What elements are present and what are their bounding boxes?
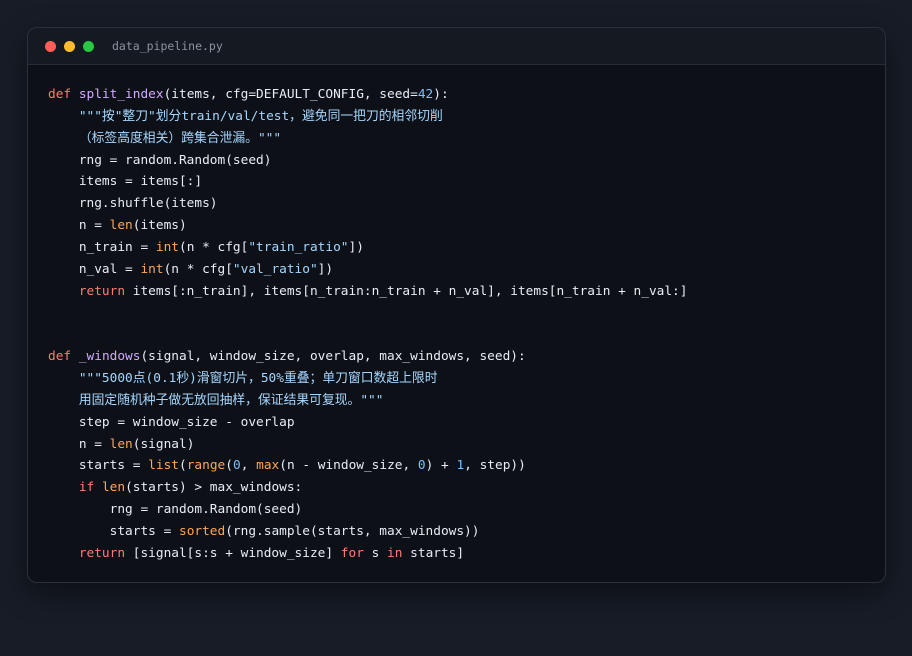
- code-token: (n * cfg[: [179, 239, 249, 255]
- code-line: （标签高度相关）跨集合泄漏。""": [48, 128, 875, 150]
- code-token: ,: [240, 458, 257, 474]
- code-token: in: [387, 545, 403, 561]
- title-bar: data_pipeline.py: [28, 28, 885, 65]
- code-token: for: [340, 545, 364, 561]
- code-editor[interactable]: def split_index(items, cfg=DEFAULT_CONFI…: [48, 84, 875, 565]
- code-token: def: [48, 349, 79, 365]
- code-token: "train_ratio": [248, 239, 349, 255]
- code-line: return items[:n_train], items[n_train:n_…: [48, 281, 875, 303]
- close-window-button[interactable]: [45, 40, 56, 52]
- code-line: """5000点(0.1秒)滑窗切片，50%重叠；单刀窗口数超上限时: [48, 368, 875, 390]
- code-token: n_val =: [48, 261, 141, 277]
- code-line: n_train = int(n * cfg["train_ratio"]): [48, 237, 875, 259]
- code-token: if: [48, 480, 102, 496]
- code-token: 0: [232, 458, 241, 474]
- code-line: rng = random.Random(seed): [48, 150, 875, 172]
- code-token: 42: [417, 87, 434, 102]
- file-name: data_pipeline.py: [112, 39, 223, 53]
- code-token: len: [101, 480, 126, 496]
- code-token: , step)): [464, 458, 526, 474]
- code-line: def _windows(signal, window_size, overla…: [48, 346, 875, 368]
- code-token: ]): [317, 261, 334, 277]
- code-token: starts =: [48, 523, 179, 539]
- code-token: (n - window_size,: [279, 458, 418, 474]
- code-line: starts = list(range(0, max(n - window_si…: [48, 455, 875, 477]
- code-token: （标签高度相关）跨集合泄漏。""": [48, 130, 282, 146]
- code-token: max: [256, 458, 280, 474]
- code-token: items[:n_train], items[n_train:n_train +…: [125, 283, 688, 299]
- code-line: starts = sorted(rng.sample(starts, max_w…: [48, 521, 875, 543]
- code-token: sorted: [178, 523, 226, 539]
- code-token: (: [179, 458, 187, 474]
- code-line: n = len(items): [48, 215, 875, 237]
- code-token: range: [186, 458, 226, 474]
- code-line: return [signal[s:s + window_size] for s …: [48, 543, 875, 565]
- code-token: starts =: [48, 458, 149, 474]
- code-token: n =: [48, 436, 110, 452]
- code-token: (rng.sample(starts, max_windows)): [225, 523, 480, 539]
- code-token: ) +: [425, 458, 457, 474]
- code-line: """按"整刀"划分train/val/test，避免同一把刀的相邻切削: [48, 106, 875, 128]
- code-token: split_index: [78, 87, 164, 102]
- code-token: (n * cfg[: [163, 261, 233, 277]
- minimize-window-button[interactable]: [64, 40, 75, 52]
- code-token: """按"整刀"划分train/val/test，避免同一把刀的相邻切削: [48, 108, 443, 124]
- code-token: int: [155, 239, 179, 255]
- code-line: items = items[:]: [48, 171, 875, 193]
- code-token: """5000点(0.1秒)滑窗切片，50%重叠；单刀窗口数超上限时: [48, 370, 438, 386]
- code-token: len: [109, 436, 133, 452]
- code-token: starts]: [402, 545, 465, 561]
- code-token: step = window_size - overlap: [48, 414, 295, 430]
- code-line: if len(starts) > max_windows:: [48, 477, 875, 499]
- code-token: s: [363, 545, 388, 561]
- code-token: (items): [132, 218, 187, 234]
- code-token: [signal[s:s + window_size]: [125, 545, 341, 561]
- code-token: rng = random.Random(seed): [48, 502, 303, 518]
- code-token: return: [48, 283, 126, 299]
- code-token: def: [48, 87, 79, 102]
- maximize-window-button[interactable]: [83, 40, 94, 52]
- code-line: rng.shuffle(items): [48, 193, 875, 215]
- code-token: rng.shuffle(items): [48, 196, 218, 212]
- code-token: (items, cfg=DEFAULT_CONFIG, seed=: [163, 87, 418, 102]
- code-token: (: [225, 458, 233, 474]
- code-token: return: [48, 545, 126, 561]
- code-token: _windows: [78, 349, 141, 365]
- code-token: int: [140, 261, 164, 277]
- code-line: n = len(signal): [48, 434, 875, 456]
- code-token: 用固定随机种子做无放回抽样，保证结果可复现。""": [48, 392, 384, 408]
- code-token: items = items[:]: [48, 174, 203, 190]
- code-window: data_pipeline.py def split_index(items, …: [27, 27, 886, 583]
- code-line: 用固定随机种子做无放回抽样，保证结果可复现。""": [48, 390, 875, 412]
- code-token: n_train =: [48, 239, 156, 255]
- code-token: rng = random.Random(seed): [48, 152, 272, 168]
- code-token: "val_ratio": [232, 261, 318, 277]
- code-token: (signal, window_size, overlap, max_windo…: [140, 349, 526, 365]
- code-token: list: [148, 458, 179, 474]
- code-token: ):: [433, 87, 449, 102]
- code-line: def split_index(items, cfg=DEFAULT_CONFI…: [48, 84, 875, 106]
- code-line: n_val = int(n * cfg["val_ratio"]): [48, 259, 875, 281]
- code-line: rng = random.Random(seed): [48, 499, 875, 521]
- code-token: ]): [348, 239, 364, 255]
- code-line: step = window_size - overlap: [48, 412, 875, 434]
- code-token: n =: [48, 218, 110, 234]
- code-token: (starts) > max_windows:: [125, 480, 303, 496]
- code-token: 0: [417, 458, 426, 474]
- code-token: len: [109, 218, 133, 234]
- code-token: (signal): [132, 436, 195, 452]
